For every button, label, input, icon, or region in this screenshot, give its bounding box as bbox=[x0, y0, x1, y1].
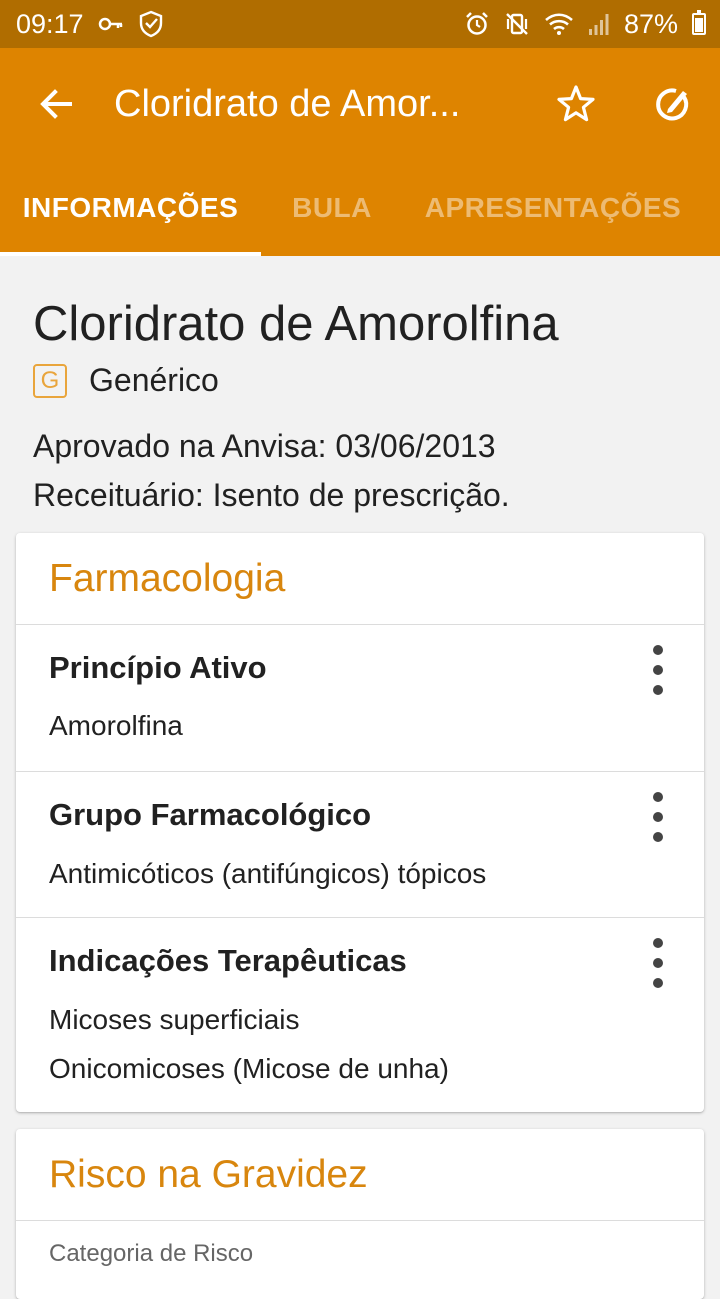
battery-icon bbox=[692, 10, 706, 35]
list-item: Grupo Farmacológico Antimicóticos (antif… bbox=[16, 772, 704, 918]
key-icon bbox=[98, 16, 124, 32]
favorite-button[interactable] bbox=[528, 48, 624, 160]
toolbar-title: Cloridrato de Amor... bbox=[114, 82, 461, 125]
arrow-back-icon bbox=[40, 89, 72, 119]
item-title: Indicações Terapêuticas bbox=[49, 943, 407, 978]
pharmacology-card: Farmacologia Princípio Ativo Amorolfina … bbox=[16, 533, 704, 1112]
more-options-icon[interactable] bbox=[648, 645, 668, 695]
tab-apresentacoes[interactable]: APRESENTAÇÕES bbox=[403, 160, 703, 256]
item-value: Antimicóticos (antifúngicos) tópicos bbox=[49, 858, 487, 889]
vibrate-mute-icon bbox=[504, 11, 530, 37]
more-options-icon[interactable] bbox=[648, 792, 668, 842]
list-item: Indicações Terapêuticas Micoses superfic… bbox=[16, 918, 704, 1111]
list-item: Princípio Ativo Amorolfina bbox=[16, 625, 704, 772]
generic-badge-icon: G bbox=[33, 363, 67, 398]
star-outline-icon bbox=[557, 85, 595, 122]
item-value: Onicomicoses (Micose de unha) bbox=[49, 1053, 449, 1084]
alarm-icon bbox=[464, 11, 490, 37]
status-left: 09:17 bbox=[16, 9, 164, 40]
status-right: 87% bbox=[464, 9, 706, 40]
generic-label: Genérico bbox=[89, 362, 219, 398]
item-value: Amorolfina bbox=[49, 710, 183, 741]
status-time: 09:17 bbox=[16, 8, 84, 39]
approval-date: Aprovado na Anvisa: 03/06/2013 bbox=[33, 428, 496, 464]
tab-bar: INFORMAÇÕES BULA APRESENTAÇÕES bbox=[0, 160, 720, 256]
prescription-type: Receituário: Isento de prescrição. bbox=[33, 477, 510, 513]
back-button[interactable] bbox=[0, 48, 112, 160]
more-options-icon[interactable] bbox=[648, 938, 668, 988]
pregnancy-risk-card: Risco na Gravidez Categoria de Risco bbox=[16, 1129, 704, 1299]
signal-icon bbox=[588, 12, 610, 36]
status-bar: 09:17 87% bbox=[0, 0, 720, 48]
risk-category-label: Categoria de Risco bbox=[49, 1240, 254, 1267]
tab-informacoes[interactable]: INFORMAÇÕES bbox=[0, 160, 261, 256]
item-value: Micoses superficiais bbox=[49, 1004, 300, 1035]
wifi-icon bbox=[544, 12, 574, 36]
edit-button[interactable] bbox=[624, 48, 720, 160]
item-title: Grupo Farmacológico bbox=[49, 797, 372, 832]
toolbar: Cloridrato de Amor... bbox=[0, 48, 720, 160]
item-title: Princípio Ativo bbox=[49, 650, 267, 685]
card-title: Farmacologia bbox=[16, 533, 704, 625]
vpn-shield-icon bbox=[138, 10, 164, 38]
tab-bula[interactable]: BULA bbox=[261, 160, 403, 256]
drug-name: Cloridrato de Amorolfina bbox=[33, 297, 559, 351]
app-bar: Cloridrato de Amor... INFORMAÇÕES BULA A… bbox=[0, 48, 720, 256]
battery-percent: 87% bbox=[623, 8, 678, 39]
generic-row: G Genérico bbox=[33, 362, 219, 399]
edit-note-icon bbox=[656, 88, 689, 121]
card-title: Risco na Gravidez bbox=[16, 1129, 704, 1221]
